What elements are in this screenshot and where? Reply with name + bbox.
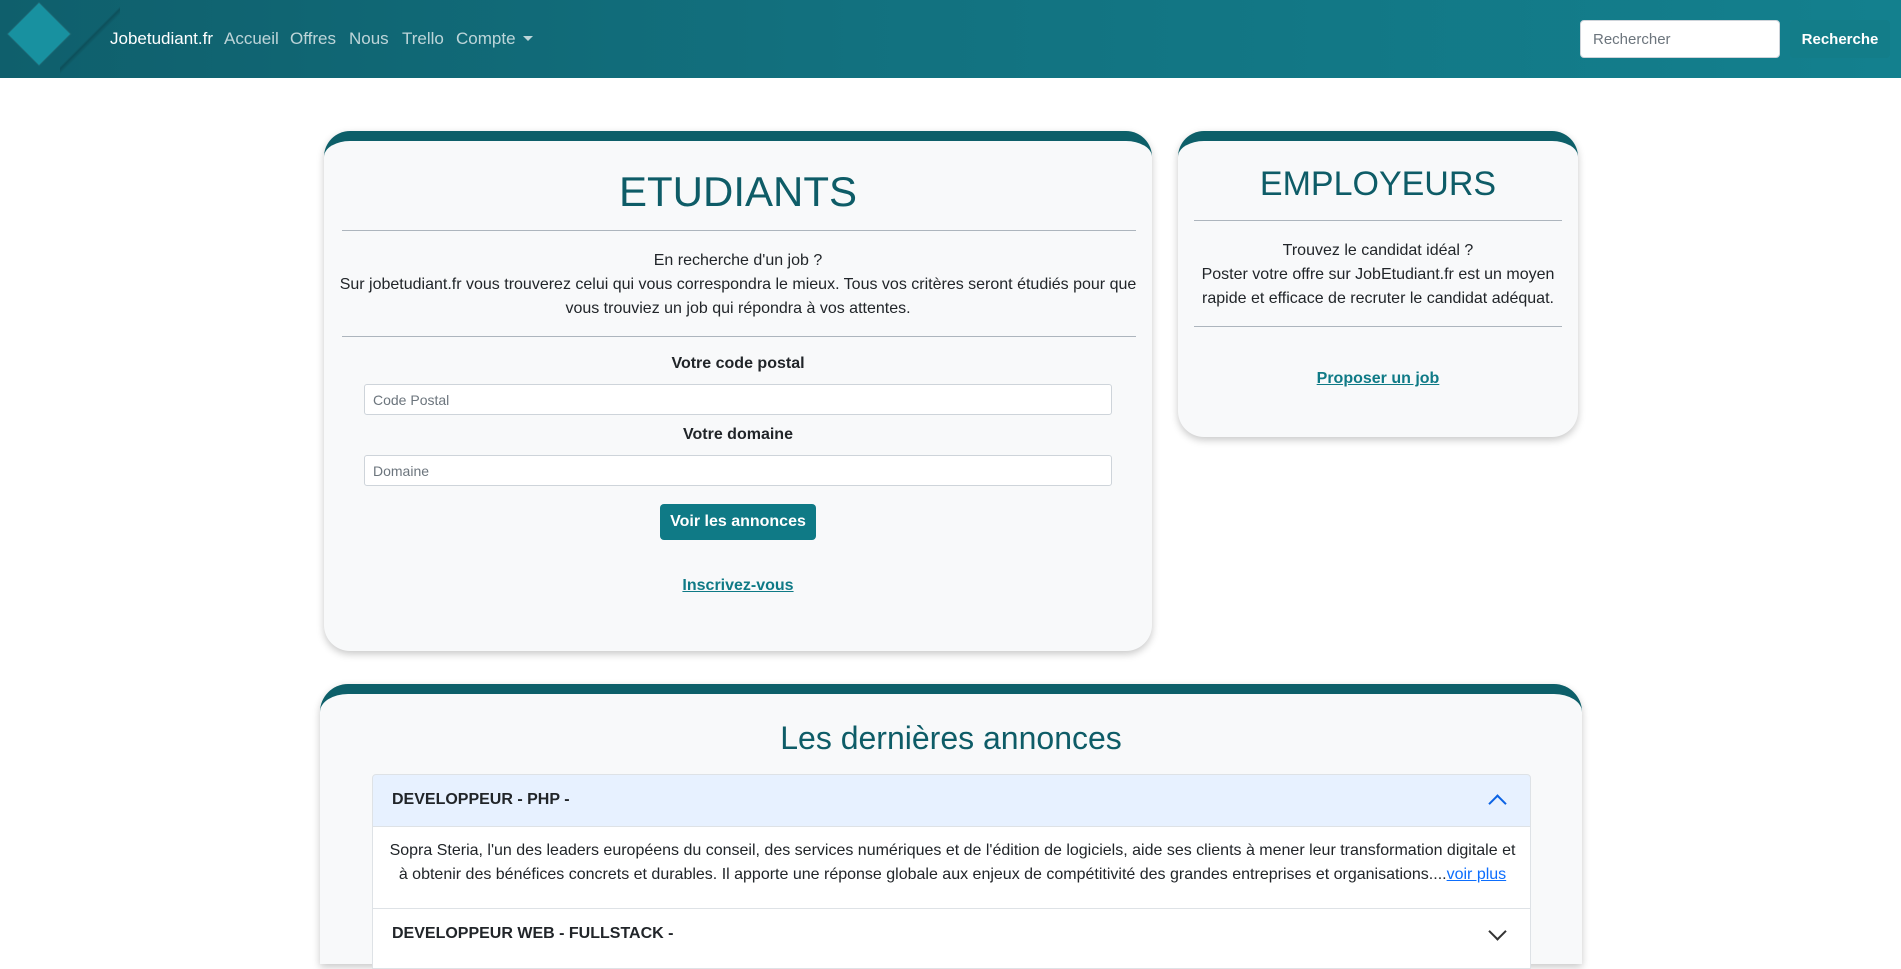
accordion-body-php: Sopra Steria, l'un des leaders européens… [372, 827, 1531, 909]
offer-description-text: à obtenir des bénéfices concrets et dura… [398, 866, 1447, 883]
students-intro-line-3: vous trouviez un job qui répondra à vos … [565, 300, 911, 317]
students-card: ETUDIANTS En recherche d'un job ? Sur jo… [324, 131, 1152, 651]
post-job-link[interactable]: Proposer un job [1178, 370, 1578, 388]
employers-line-3: rapide et efficace de recruter le candid… [1202, 290, 1554, 307]
offer-description-line-2: à obtenir des bénéfices concrets et dura… [373, 863, 1532, 887]
accordion-title: DEVELOPPEUR - PHP - [392, 791, 570, 808]
accordion-header-fullstack[interactable]: DEVELOPPEUR WEB - FULLSTACK - [372, 909, 1531, 969]
latest-offers-card: Les dernières annonces DEVELOPPEUR - PHP… [320, 684, 1582, 969]
divider [1194, 220, 1562, 221]
brand-link[interactable]: Jobetudiant.fr [110, 29, 213, 49]
latest-offers-title: Les dernières annonces [780, 720, 1122, 756]
domain-input[interactable] [364, 455, 1112, 486]
students-intro-line-1: En recherche d'un job ? [653, 252, 823, 269]
students-title: ETUDIANTS [618, 168, 857, 215]
employers-title: EMPLOYEURS [1259, 165, 1497, 203]
divider [342, 230, 1136, 231]
chevron-down-icon [1488, 922, 1507, 941]
offer-description-line-1: Sopra Steria, l'un des leaders européens… [389, 842, 1516, 859]
divider [1194, 326, 1562, 327]
postal-code-label: Votre code postal [671, 355, 805, 372]
domain-label: Votre domaine [683, 426, 793, 443]
nav-link-trello[interactable]: Trello [402, 29, 444, 49]
search-button[interactable]: Recherche [1790, 20, 1890, 58]
search-input[interactable] [1580, 20, 1780, 58]
register-link[interactable]: Inscrivez-vous [324, 577, 1152, 595]
see-more-link[interactable]: voir plus [1447, 866, 1507, 883]
employers-line-1: Trouvez le candidat idéal ? [1282, 242, 1474, 259]
navbar: Jobetudiant.fr Accueil Offres Nous Trell… [0, 0, 1901, 78]
nav-dropdown-compte-label: Compte [456, 29, 516, 48]
divider [342, 336, 1136, 337]
nav-link-accueil[interactable]: Accueil [224, 29, 279, 49]
nav-dropdown-compte[interactable]: Compte [456, 29, 533, 49]
view-offers-button[interactable]: Voir les annonces [660, 504, 816, 540]
caret-down-icon [522, 36, 533, 41]
employers-line-2: Poster votre offre sur JobEtudiant.fr es… [1201, 266, 1555, 283]
chevron-up-icon [1488, 794, 1507, 813]
nav-link-nous[interactable]: Nous [349, 29, 389, 49]
employers-card: EMPLOYEURS Trouvez le candidat idéal ? P… [1178, 131, 1578, 437]
nav-link-offres[interactable]: Offres [290, 29, 336, 49]
postal-code-input[interactable] [364, 384, 1112, 415]
accordion-title: DEVELOPPEUR WEB - FULLSTACK - [392, 925, 674, 942]
accordion-header-php[interactable]: DEVELOPPEUR - PHP - [372, 774, 1531, 827]
students-intro-line-2: Sur jobetudiant.fr vous trouverez celui … [339, 276, 1137, 293]
